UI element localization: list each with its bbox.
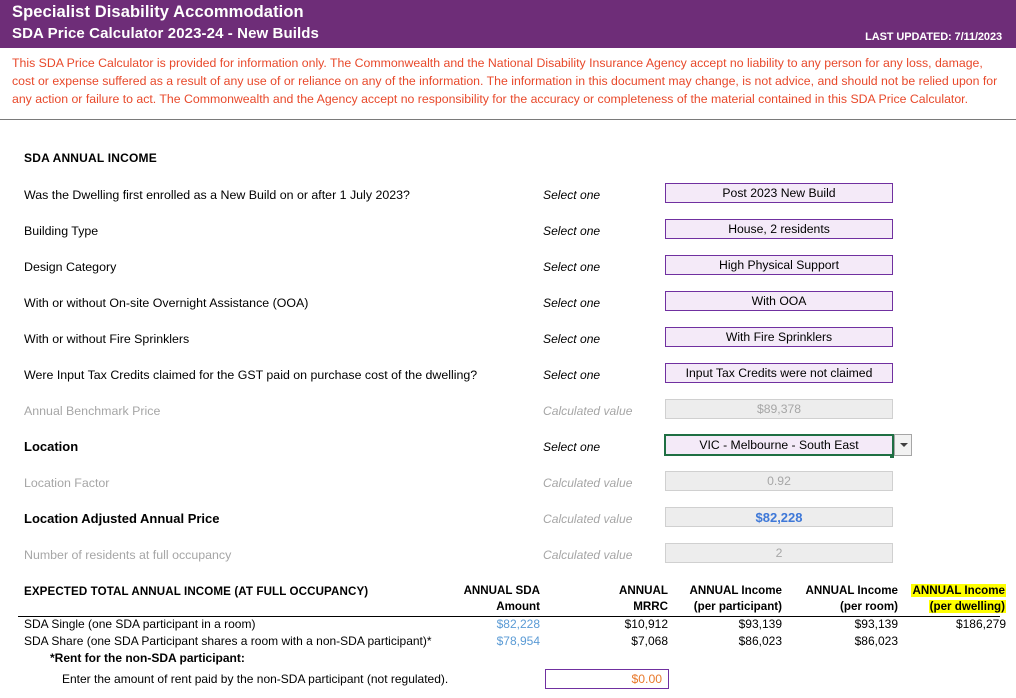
cell-mrrc: $10,912	[624, 617, 668, 631]
form-hint: Calculated value	[543, 548, 633, 562]
disclaimer-text: This SDA Price Calculator is provided fo…	[0, 48, 1016, 120]
footnote-heading: *Rent for the non-SDA participant:	[50, 651, 245, 665]
form-row-building-type: Building Type Select one House, 2 reside…	[0, 219, 1016, 255]
dropdown-new-build-enrolment[interactable]: Post 2023 New Build	[665, 183, 893, 203]
value-location-factor: 0.92	[665, 471, 893, 491]
form-label: Location Factor	[24, 476, 110, 490]
rent-amount-input[interactable]: $0.00	[545, 669, 669, 689]
column-header-income-per-room: ANNUAL Income (per room)	[805, 584, 898, 613]
rent-input-row: Enter the amount of rent paid by the non…	[0, 669, 1016, 691]
form-hint: Calculated value	[543, 512, 633, 526]
section-heading-sda-annual-income: SDA ANNUAL INCOME	[24, 151, 157, 165]
form-hint: Select one	[543, 260, 601, 274]
form-row-number-of-residents: Number of residents at full occupancy Ca…	[0, 543, 1016, 579]
form-hint: Select one	[543, 440, 601, 454]
dropdown-location[interactable]: VIC - Melbourne - South East	[664, 434, 894, 456]
form-label: Were Input Tax Credits claimed for the G…	[24, 368, 478, 382]
row-label-sda-share: SDA Share (one SDA Participant shares a …	[24, 634, 432, 648]
form-label: With or without Fire Sprinklers	[24, 332, 190, 346]
expected-total-annual-income-table: EXPECTED TOTAL ANNUAL INCOME (AT FULL OC…	[0, 580, 1016, 691]
app-header-banner: Specialist Disability Accommodation SDA …	[0, 0, 1016, 48]
form-hint: Select one	[543, 188, 601, 202]
form-row-new-build-enrolment: Was the Dwelling first enrolled as a New…	[0, 183, 1016, 219]
value-location-adjusted-annual-price: $82,228	[665, 507, 893, 527]
form-label: Was the Dwelling first enrolled as a New…	[24, 188, 410, 202]
form-label: Design Category	[24, 260, 117, 274]
dropdown-toggle-button[interactable]	[894, 434, 912, 456]
form-hint: Select one	[543, 224, 601, 238]
form-label: Location	[24, 439, 79, 454]
column-header-income-per-participant: ANNUAL Income (per participant)	[689, 584, 782, 613]
form-row-input-tax-credits: Were Input Tax Credits claimed for the G…	[0, 363, 1016, 399]
form-hint: Calculated value	[543, 404, 633, 418]
form-label: Number of residents at full occupancy	[24, 548, 232, 562]
last-updated-label: LAST UPDATED: 7/11/2023	[865, 31, 1002, 43]
table-row: SDA Single (one SDA participant in a roo…	[0, 616, 1016, 633]
form-label: With or without On-site Overnight Assist…	[24, 296, 309, 310]
form-row-annual-benchmark-price: Annual Benchmark Price Calculated value …	[0, 399, 1016, 435]
table-title: EXPECTED TOTAL ANNUAL INCOME (AT FULL OC…	[24, 585, 369, 598]
cell-sda-amount: $82,228	[496, 617, 540, 631]
table-row: SDA Share (one SDA Participant shares a …	[0, 633, 1016, 650]
table-header-row: EXPECTED TOTAL ANNUAL INCOME (AT FULL OC…	[0, 580, 1016, 617]
chevron-down-icon	[900, 443, 908, 447]
cell-income-per-room: $86,023	[854, 634, 898, 648]
cell-income-per-room: $93,139	[854, 617, 898, 631]
cell-income-per-participant: $86,023	[738, 634, 782, 648]
form-label: Building Type	[24, 224, 99, 238]
dropdown-design-category[interactable]: High Physical Support	[665, 255, 893, 275]
form-row-location-adjusted-annual-price: Location Adjusted Annual Price Calculate…	[0, 507, 1016, 543]
dropdown-building-type[interactable]: House, 2 residents	[665, 219, 893, 239]
dropdown-onsite-overnight-assistance[interactable]: With OOA	[665, 291, 893, 311]
form-hint: Select one	[543, 332, 601, 346]
form-label: Annual Benchmark Price	[24, 404, 161, 418]
form-hint: Select one	[543, 368, 601, 382]
cell-income-per-dwelling: $186,279	[955, 617, 1006, 631]
page-title-secondary: SDA Price Calculator 2023-24 - New Build…	[12, 25, 319, 42]
rent-input-label: Enter the amount of rent paid by the non…	[62, 672, 449, 686]
form-row-onsite-overnight-assistance: With or without On-site Overnight Assist…	[0, 291, 1016, 327]
row-label-sda-single: SDA Single (one SDA participant in a roo…	[24, 617, 256, 631]
form-row-fire-sprinklers: With or without Fire Sprinklers Select o…	[0, 327, 1016, 363]
footnote-heading-row: *Rent for the non-SDA participant:	[0, 650, 1016, 669]
cell-sda-amount: $78,954	[496, 634, 540, 648]
form-row-location-factor: Location Factor Calculated value 0.92	[0, 471, 1016, 507]
column-header-annual-sda-amount: ANNUAL SDA Amount	[463, 584, 540, 613]
value-annual-benchmark-price: $89,378	[665, 399, 893, 419]
form-label: Location Adjusted Annual Price	[24, 511, 220, 526]
form-hint: Calculated value	[543, 476, 633, 490]
sda-annual-income-form: Was the Dwelling first enrolled as a New…	[0, 183, 1016, 579]
cell-income-per-participant: $93,139	[738, 617, 782, 631]
cell-mrrc: $7,068	[631, 634, 668, 648]
form-hint: Select one	[543, 296, 601, 310]
value-number-of-residents: 2	[665, 543, 893, 563]
dropdown-input-tax-credits[interactable]: Input Tax Credits were not claimed	[665, 363, 893, 383]
form-row-design-category: Design Category Select one High Physical…	[0, 255, 1016, 291]
page-title-primary: Specialist Disability Accommodation	[12, 3, 304, 21]
column-header-income-per-dwelling: ANNUAL Income (per dwelling)	[911, 584, 1006, 613]
column-header-annual-mrrc: ANNUAL MRRC	[619, 584, 668, 613]
dropdown-fire-sprinklers[interactable]: With Fire Sprinklers	[665, 327, 893, 347]
form-row-location: Location Select one VIC - Melbourne - So…	[0, 434, 1016, 471]
